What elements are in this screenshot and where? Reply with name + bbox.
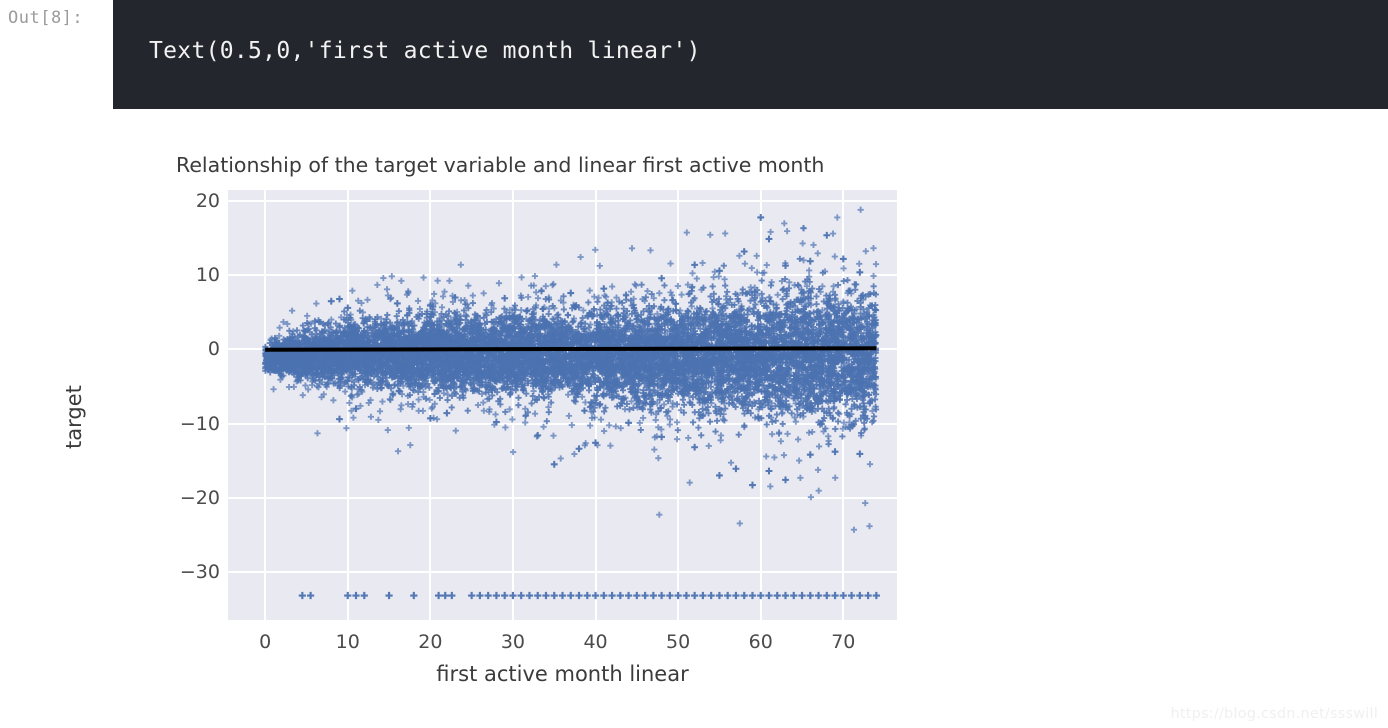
output-text: Text(0.5,0,'first active month linear') [149,38,701,64]
y-tick-label: −20 [179,486,220,509]
x-tick-label: 0 [259,631,272,653]
notebook-output-cell: Text(0.5,0,'first active month linear') [113,0,1388,109]
matplotlib-figure: Relationship of the target variable and … [0,109,1388,728]
y-tick-label: −10 [179,412,220,435]
regression-line [265,346,877,352]
y-tick-label: −30 [179,560,220,583]
x-tick-label: 60 [748,631,773,653]
x-tick-label: 10 [335,631,360,653]
x-axis-label: first active month linear [436,662,689,686]
y-axis-label: target [62,385,86,449]
x-tick-label: 40 [583,631,608,653]
output-prompt: Out[8]: [8,8,84,28]
y-axis-ticks: 20 10 0 −10 −20 −30 [156,190,220,620]
y-tick-label: 0 [207,338,220,361]
x-tick-label: 30 [500,631,526,653]
watermark: https://blog.csdn.net/ssswill [1170,706,1378,722]
chart-title: Relationship of the target variable and … [176,153,825,177]
y-tick-label: 20 [195,190,220,213]
regression-line-path [265,346,877,352]
x-tick-label: 70 [831,631,856,653]
y-tick-label: 10 [195,264,220,287]
plot-area [228,190,897,620]
x-tick-label: 20 [418,631,443,653]
x-tick-label: 50 [666,631,691,653]
x-axis-ticks: 0 10 20 30 40 50 60 70 [228,631,897,657]
